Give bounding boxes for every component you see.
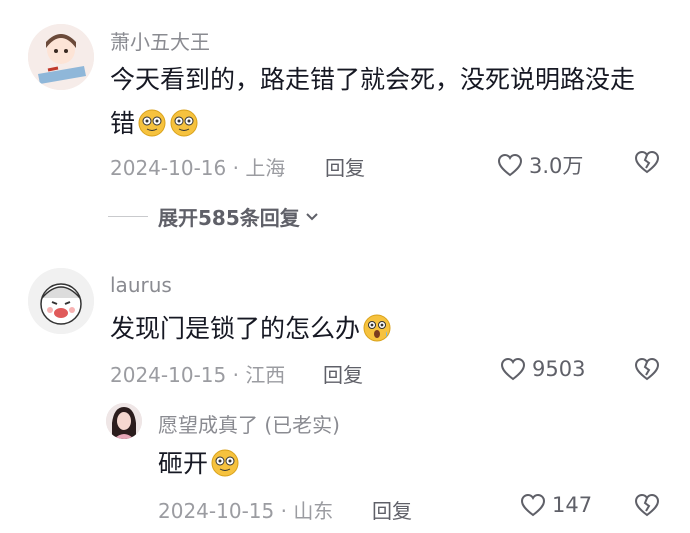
dizzy-face-emoji-icon (170, 109, 198, 137)
username[interactable]: 萧小五大王 (110, 26, 210, 55)
expand-replies[interactable]: 展开585条回复 (108, 202, 320, 231)
heart-outline-icon (520, 493, 546, 517)
reply-username[interactable]: 愿望成真了 (已老实) (158, 409, 340, 438)
reply-avatar[interactable] (106, 403, 142, 439)
broken-heart-icon (634, 150, 660, 174)
shocked-face-emoji-icon (363, 314, 391, 342)
chevron-down-icon (306, 212, 318, 220)
reply-text-content: 砸开 (158, 449, 209, 478)
reply-meta: 2024-10-15 · 山东 (158, 495, 333, 524)
reply-date: 2024-10-15 (158, 499, 275, 523)
meta-separator: · (226, 156, 246, 180)
reply-dislike-button[interactable] (634, 493, 660, 521)
reply-like-button[interactable]: 147 (520, 493, 592, 517)
reply-button[interactable]: 回复 (323, 359, 363, 388)
like-button[interactable]: 9503 (500, 357, 585, 381)
comment-location: 上海 (245, 156, 286, 180)
comment-date: 2024-10-15 (110, 363, 227, 387)
comment-text: 发现门是锁了的怎么办 (110, 307, 655, 351)
broken-heart-icon (634, 493, 660, 517)
reply-reply-button[interactable]: 回复 (372, 495, 412, 524)
comment-meta: 2024-10-16 · 上海 (110, 152, 285, 181)
reply-like-count: 147 (552, 493, 593, 517)
meta-separator: · (226, 363, 246, 387)
comment-location: 江西 (245, 363, 286, 387)
heart-outline-icon (497, 153, 523, 177)
dizzy-face-emoji-icon (211, 449, 239, 477)
dislike-button[interactable] (634, 357, 660, 385)
expand-replies-label: 展开585条回复 (158, 206, 300, 230)
reply-location: 山东 (293, 499, 334, 523)
avatar[interactable] (28, 268, 94, 334)
username[interactable]: laurus (110, 273, 172, 297)
reply-text: 砸开 (158, 442, 240, 486)
reply-button[interactable]: 回复 (325, 152, 365, 181)
like-count: 9503 (532, 357, 586, 381)
like-button[interactable]: 3.0万 (497, 150, 583, 180)
meta-separator: · (274, 499, 294, 523)
avatar-illustration (28, 24, 94, 90)
avatar[interactable] (28, 24, 94, 90)
comment-date: 2024-10-16 (110, 156, 227, 180)
avatar-illustration (28, 268, 94, 334)
comment-text-content: 发现门是锁了的怎么办 (110, 314, 361, 343)
broken-heart-icon (634, 357, 660, 381)
comment-meta: 2024-10-15 · 江西 (110, 359, 285, 388)
like-count: 3.0万 (529, 154, 584, 178)
comment-text: 今天看到的，路走错了就会死，没死说明路没走错 (110, 58, 655, 146)
dizzy-face-emoji-icon (138, 109, 166, 137)
heart-outline-icon (500, 357, 526, 381)
expand-divider (108, 216, 148, 217)
avatar-photo (106, 403, 142, 439)
dislike-button[interactable] (634, 150, 660, 178)
